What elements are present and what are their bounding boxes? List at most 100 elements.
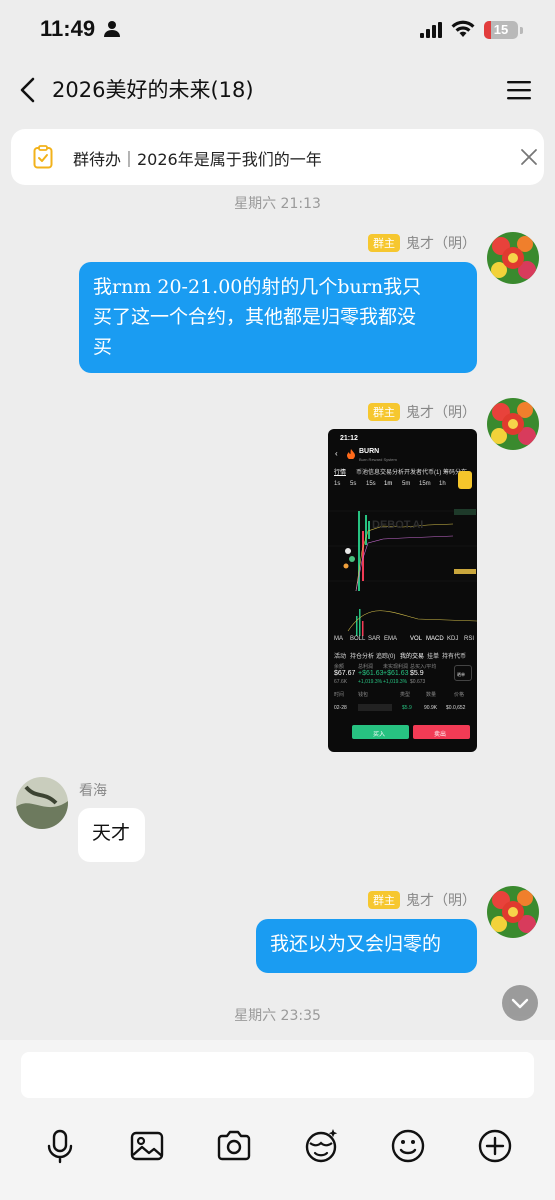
image-icon[interactable] (127, 1126, 167, 1166)
shot-subtitle: Burn Reward System (359, 457, 397, 462)
stat-value: +$61.63 (383, 670, 409, 677)
stat-value: $67.67 (334, 670, 356, 677)
back-arrow-icon[interactable] (14, 74, 44, 106)
avatar[interactable] (16, 777, 68, 829)
sell-label: 卖出 (434, 732, 447, 738)
owner-badge: 群主 (368, 403, 400, 421)
shot-indicator: MACD (426, 636, 444, 642)
wifi-icon (451, 20, 475, 37)
shot-interval: 5m (402, 481, 411, 487)
shot-interval: 1h (439, 481, 446, 487)
sticker-icon[interactable] (301, 1126, 341, 1166)
stat-sub: +1,019.3% (358, 679, 383, 685)
shot-indicator: KDJ (447, 636, 459, 642)
redacted-wallet (358, 704, 392, 711)
stat-value: +$61.63 (358, 670, 384, 677)
timestamp: 星期六 23:35 (234, 1008, 321, 1024)
shot-time: 21:12 (340, 435, 358, 442)
sender-label: 鬼才（明） (406, 893, 476, 909)
input-bar (0, 1040, 555, 1200)
stat-sub: 67.6K (334, 679, 348, 685)
status-time: 11:49 (40, 16, 96, 41)
camera-icon[interactable] (214, 1126, 254, 1166)
table-header: 价格 (454, 692, 465, 698)
shot-interval: 15s (366, 481, 376, 487)
person-icon (104, 21, 120, 37)
message-bubble[interactable]: 我rnm 20-21.00的射的几个burn我只 买了这一个合约，其他都是归零我… (79, 262, 477, 373)
message-bubble[interactable]: 天才 (78, 808, 145, 862)
table-header: 类型 (400, 692, 411, 698)
chat-header: 2026美好的未来(18) (0, 60, 555, 120)
shot-subtab: 持有代币 (442, 654, 467, 660)
chat-title: 2026美好的未来(18) (52, 78, 254, 102)
sell-button: 卖出 (413, 725, 470, 739)
stat-sub: $0.673 (410, 679, 426, 685)
message-line: 买了这一个合约，其他都是归零我都没 (93, 306, 417, 328)
shot-indicator: VOL (410, 636, 423, 642)
table-header: 钱包 (358, 692, 369, 698)
row-type-value: $5.9 (402, 705, 412, 711)
shot-indicator: EMA (384, 636, 398, 642)
owner-badge: 群主 (368, 891, 400, 909)
shot-interval: 1s (334, 481, 341, 487)
row-qty: 90.9K (424, 705, 438, 711)
plus-icon[interactable] (475, 1126, 515, 1166)
stat-label: 总买入/平均 (410, 664, 437, 670)
shot-indicator: SAR (368, 636, 381, 642)
battery-level: 15 (493, 22, 509, 37)
sender-label: 鬼才（明） (406, 236, 476, 252)
shot-back-icon: ‹ (335, 449, 338, 458)
sender-name: 群主 鬼才（明） (368, 890, 476, 910)
menu-icon[interactable] (502, 76, 536, 104)
share-button: 晒单 (454, 665, 472, 681)
message-text: 天才 (92, 822, 131, 844)
message-line: 我rnm 20-21.00的射的几个burn我只 (93, 276, 422, 298)
group-todo-banner[interactable]: 群待办｜2026年是属于我们的一年 (11, 129, 544, 185)
shot-subtab: 活动 (334, 654, 347, 660)
shot-tab: 交易分析 (380, 470, 405, 476)
table-header: 数量 (426, 692, 437, 698)
todo-clipboard-icon (33, 145, 53, 169)
table-header: 时间 (334, 692, 345, 698)
sender-name: 群主 鬼才（明） (368, 402, 476, 422)
todo-text: 群待办｜2026年是属于我们的一年 (73, 150, 322, 169)
message-input[interactable] (21, 1052, 534, 1098)
stat-label: 总利润 (358, 664, 374, 670)
message-line: 我还以为又会归零的 (270, 933, 442, 955)
shot-interval: 1m (384, 481, 393, 487)
close-icon[interactable] (519, 147, 539, 167)
battery-indicator: 15 (484, 21, 518, 39)
stat-label: 未实现利润 (383, 664, 409, 670)
sender-name: 看海 (79, 783, 107, 799)
message-line: 买 (93, 336, 113, 358)
shot-subtab: 我的交易 (400, 654, 425, 660)
shot-interval: 15m (419, 481, 431, 487)
share-label: 晒单 (457, 672, 465, 677)
alert-bell-icon (458, 471, 472, 489)
message-bubble[interactable]: 我还以为又会归零的 (256, 919, 477, 973)
flame-icon (347, 449, 355, 459)
buy-button: 买入 (352, 725, 409, 739)
row-price: $0.0,652 (446, 705, 466, 711)
avatar[interactable] (487, 232, 539, 284)
buy-label: 买入 (373, 732, 386, 738)
shot-tab: 币池信息 (356, 470, 381, 476)
shot-tab: 开发者代币(1) (404, 470, 442, 476)
sender-label: 鬼才（明） (406, 405, 476, 421)
trading-screenshot-image[interactable]: 21:12 ‹ BURN Burn Reward System 行情 币池信息 … (328, 429, 477, 752)
shot-token: BURN (359, 448, 380, 455)
owner-badge: 群主 (368, 234, 400, 252)
shot-subtab: 挂单 (427, 654, 440, 660)
price-chart (328, 509, 477, 636)
stat-sub: +1,019.3% (383, 679, 408, 685)
shot-subtab: 持仓分析 (350, 654, 375, 660)
shot-indicator: BOLL (350, 636, 366, 642)
timestamp: 星期六 21:13 (234, 196, 321, 212)
emoji-icon[interactable] (388, 1126, 428, 1166)
avatar[interactable] (487, 886, 539, 938)
row-date: 02-28 (334, 705, 347, 711)
stat-label: 余额 (334, 664, 345, 670)
microphone-icon[interactable] (40, 1126, 80, 1166)
avatar[interactable] (487, 398, 539, 450)
cellular-signal-icon (420, 22, 442, 38)
